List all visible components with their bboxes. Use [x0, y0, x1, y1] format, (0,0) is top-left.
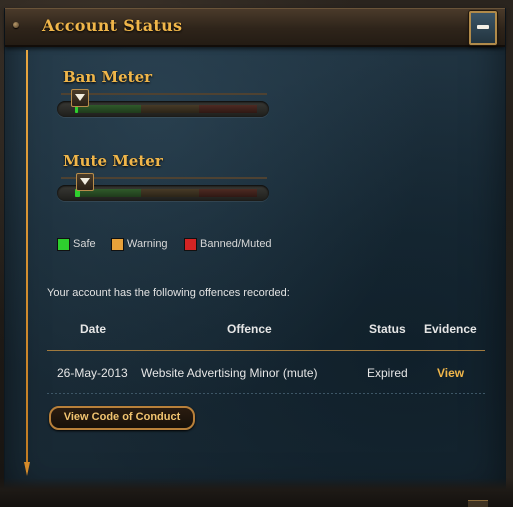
minus-icon: [477, 25, 489, 29]
rivet-icon: [13, 22, 19, 28]
column-header-offence: Offence: [227, 322, 272, 336]
safe-swatch-icon: [57, 238, 70, 251]
panel-header: Account Status: [5, 8, 505, 47]
ban-meter-pointer-icon: [71, 89, 89, 107]
conduct-button-label: View Code of Conduct: [63, 411, 181, 423]
mute-meter-title: Mute Meter: [63, 152, 163, 170]
banned-swatch-icon: [184, 238, 197, 251]
column-header-evidence: Evidence: [424, 322, 477, 336]
ban-meter: [57, 89, 275, 119]
corner-ornament: [468, 500, 488, 507]
table-divider: [47, 350, 485, 351]
table-row-divider: [47, 393, 485, 394]
panel-bottom-edge: [0, 478, 513, 507]
offence-description-cell: Website Advertising Minor (mute): [141, 366, 318, 380]
offence-date-cell: 26-May-2013: [57, 366, 128, 380]
ban-meter-title: Ban Meter: [63, 68, 153, 86]
ban-meter-banned-zone: [199, 105, 257, 113]
warning-swatch-icon: [111, 238, 124, 251]
rail-tip-decoration: [24, 462, 30, 476]
mute-meter-muted-zone: [199, 189, 257, 197]
mute-meter: [57, 173, 275, 203]
gold-rail-decoration: [26, 50, 28, 472]
view-evidence-link[interactable]: View: [437, 366, 464, 380]
column-header-date: Date: [80, 322, 107, 336]
panel-title: Account Status: [42, 16, 183, 35]
mute-meter-warning-zone: [141, 189, 199, 197]
ban-meter-warning-zone: [141, 105, 199, 113]
offence-status-cell: Expired: [367, 366, 408, 380]
view-code-of-conduct-button[interactable]: View Code of Conduct: [49, 406, 195, 430]
collapse-button[interactable]: [469, 11, 497, 45]
column-header-status: Status: [369, 322, 406, 336]
offences-intro: Your account has the following offences …: [47, 287, 290, 299]
mute-meter-pointer-icon: [76, 173, 94, 191]
